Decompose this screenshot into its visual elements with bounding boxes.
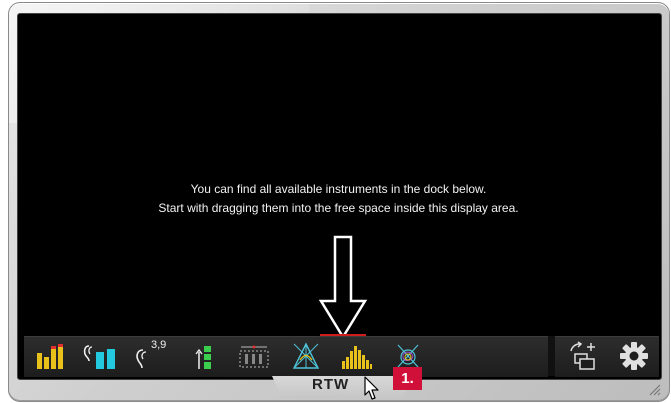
loudness-meter-icon[interactable] — [82, 338, 120, 374]
dock-separator — [548, 336, 555, 376]
empty-display-message: You can find all available instruments i… — [17, 180, 660, 218]
message-line-1: You can find all available instruments i… — [190, 182, 487, 196]
vectorscope-icon[interactable] — [290, 338, 322, 374]
step-badge: 1. — [393, 367, 422, 390]
down-arrow-icon — [318, 235, 368, 340]
mouse-pointer-icon — [364, 376, 379, 400]
surround-sound-icon[interactable] — [236, 338, 272, 374]
level-meter-icon[interactable] — [32, 338, 68, 374]
loudness-value-label: 3,9 — [151, 339, 167, 351]
message-line-2: Start with dragging them into the free s… — [158, 201, 519, 215]
tp-bar-icon[interactable] — [192, 338, 216, 374]
loudness-value-icon[interactable] — [132, 338, 152, 374]
rta-spectrum-icon[interactable] — [340, 338, 374, 374]
settings-gear-icon[interactable] — [616, 338, 652, 374]
resize-grip-icon[interactable] — [647, 382, 661, 396]
rtw-logo: RTW — [312, 376, 350, 393]
add-display-icon[interactable] — [566, 338, 602, 374]
